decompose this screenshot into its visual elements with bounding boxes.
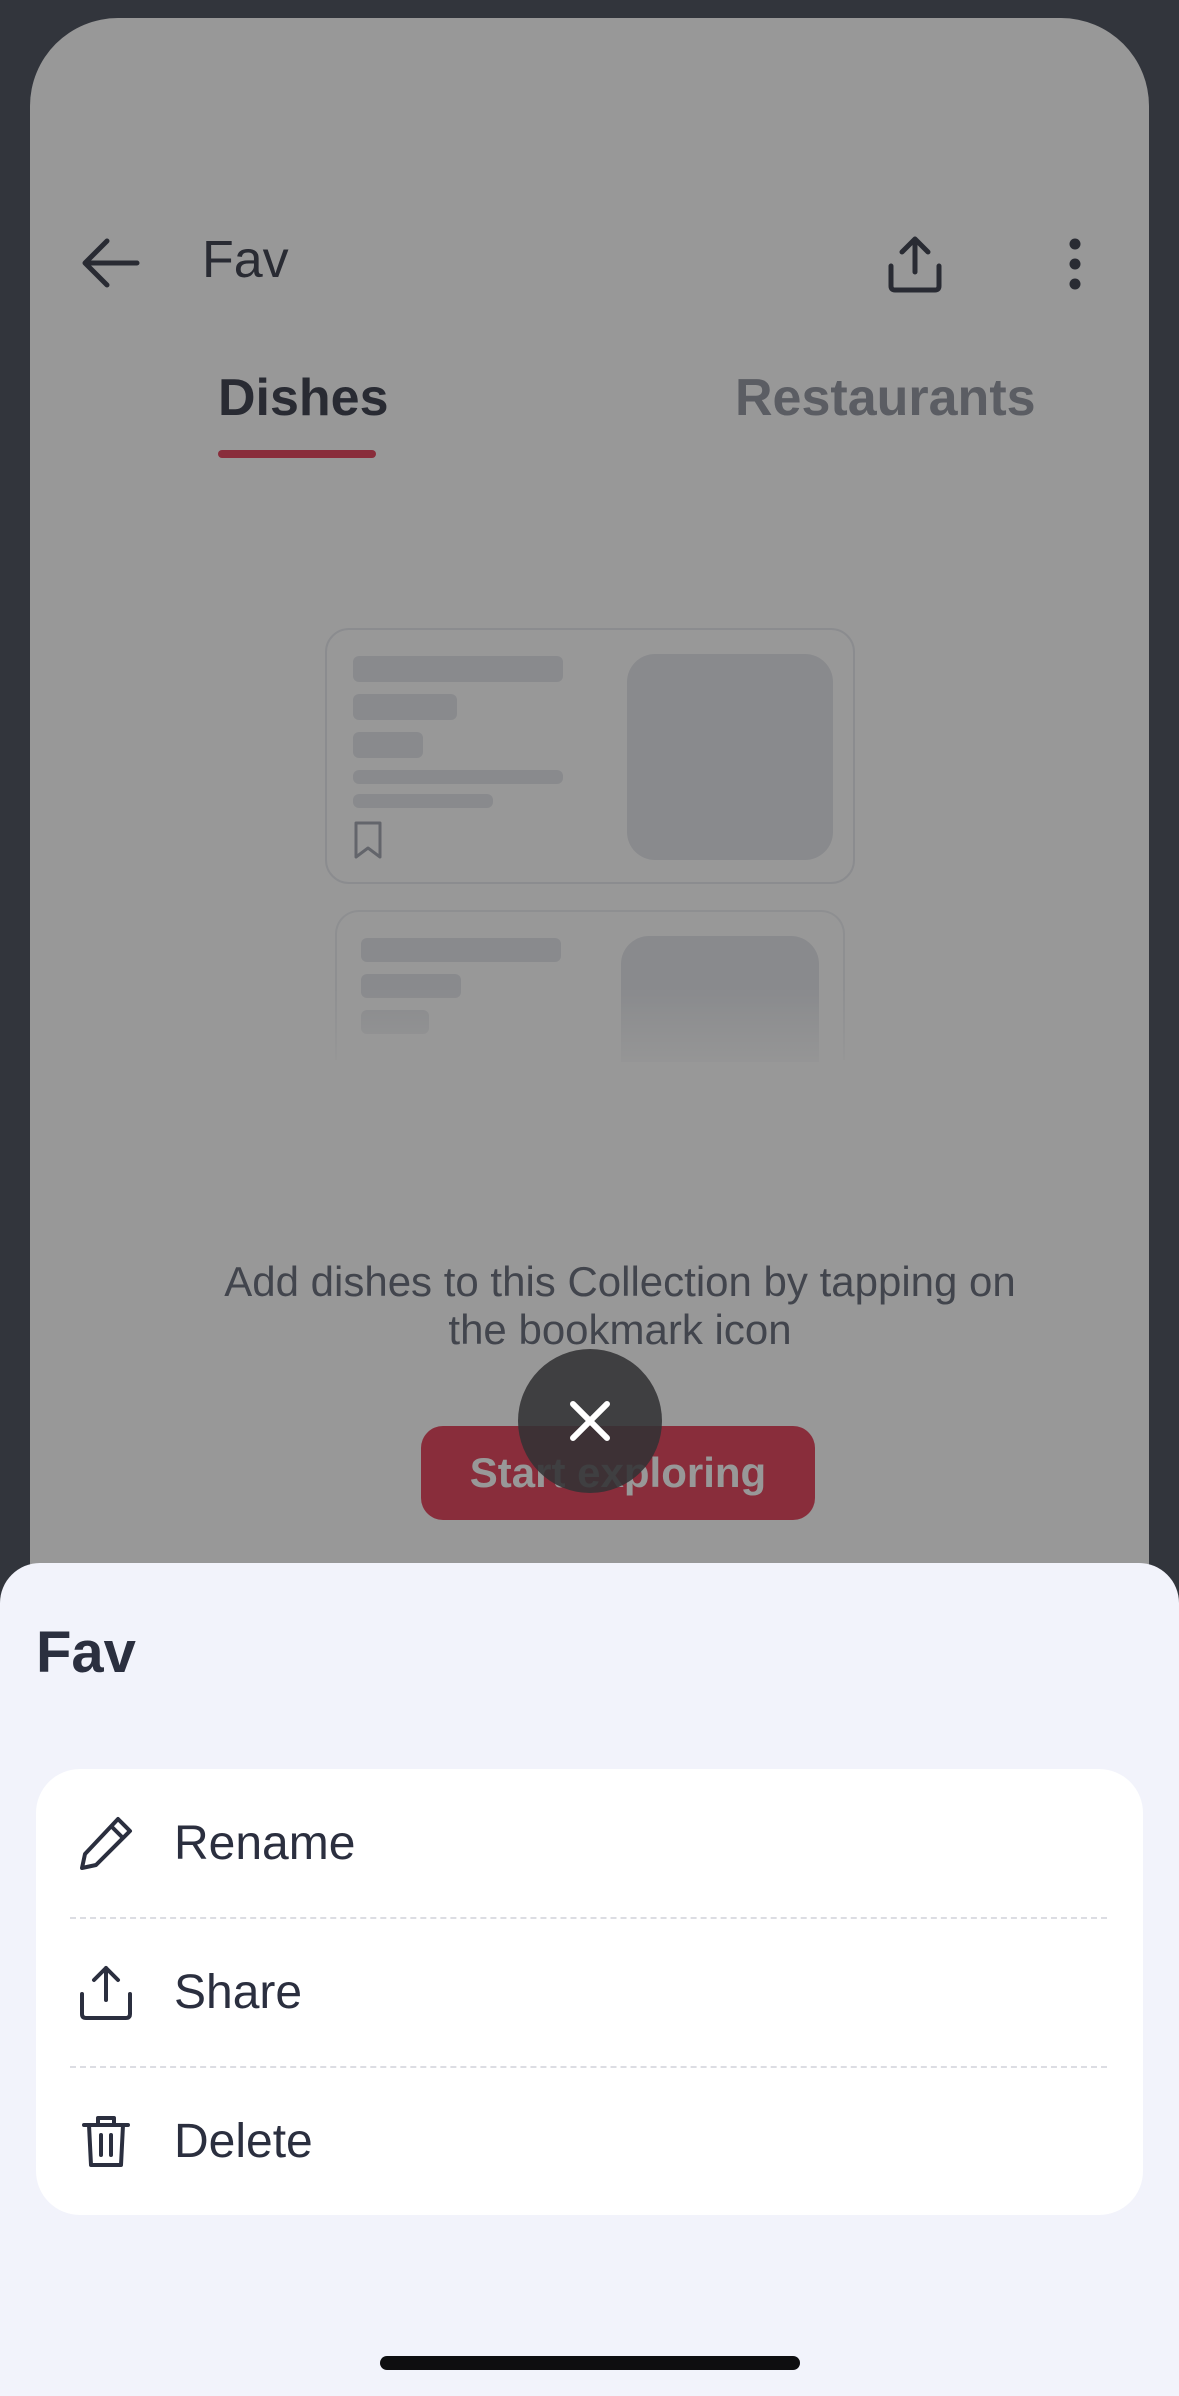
home-indicator: [380, 2356, 800, 2370]
action-sheet: Fav Rename Share Delete: [0, 1563, 1179, 2396]
share-upload-icon: [74, 1960, 138, 2024]
share-label: Share: [174, 1965, 303, 2019]
sheet-title: Fav: [36, 1620, 136, 1685]
options-list: Rename Share Delete: [36, 1769, 1143, 2215]
close-x-icon: [570, 1401, 610, 1441]
close-sheet-button[interactable]: [518, 1349, 662, 1493]
trash-icon: [74, 2109, 138, 2173]
rename-label: Rename: [174, 1816, 356, 1870]
pencil-icon: [74, 1811, 138, 1875]
rename-option[interactable]: Rename: [36, 1769, 1143, 1917]
delete-label: Delete: [174, 2114, 313, 2168]
share-option[interactable]: Share: [36, 1918, 1143, 2066]
delete-option[interactable]: Delete: [36, 2067, 1143, 2215]
